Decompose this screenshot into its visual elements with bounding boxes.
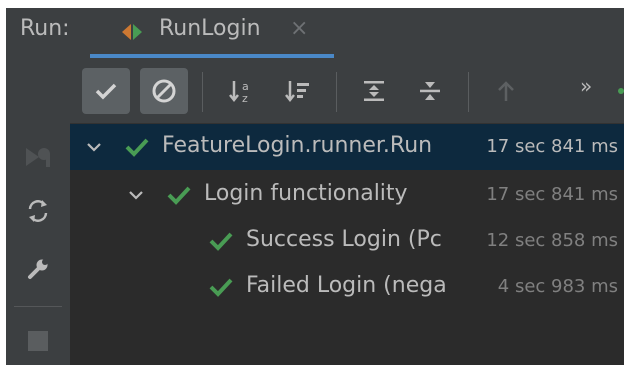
check-icon xyxy=(209,232,233,251)
run-indicator-icon xyxy=(618,88,624,94)
toggle-auto-test-button[interactable] xyxy=(12,186,64,236)
show-ignored-icon xyxy=(152,79,176,103)
test-duration: 17 sec 841 ms xyxy=(486,184,618,205)
sort-by-duration-button[interactable] xyxy=(274,68,322,114)
tree-row-failed-login[interactable]: Failed Login (nega 4 sec 983 ms xyxy=(70,264,624,310)
sort-alphabetically-button[interactable]: a z xyxy=(218,68,266,114)
test-results-tree: FeatureLogin.runner.Run 17 sec 841 ms Lo… xyxy=(70,124,624,365)
arrow-up-icon xyxy=(498,81,514,101)
check-icon xyxy=(167,186,191,205)
sort-alphabetically-icon: a z xyxy=(229,80,249,104)
test-name: Failed Login (nega xyxy=(246,273,447,298)
check-icon xyxy=(209,278,233,297)
settings-button[interactable] xyxy=(12,244,64,294)
more-actions-chevron-icon[interactable]: » xyxy=(580,74,592,98)
collapse-all-icon xyxy=(420,82,440,100)
tool-window-title: Run: xyxy=(20,16,70,41)
collapse-all-button[interactable] xyxy=(406,68,454,114)
show-passed-toggle[interactable] xyxy=(82,68,130,114)
toolbar-separator xyxy=(336,72,337,112)
expand-all-button[interactable] xyxy=(350,68,398,114)
wrench-icon xyxy=(28,259,48,279)
tree-row-success-login[interactable]: Success Login (Pc 12 sec 858 ms xyxy=(70,218,624,264)
test-name: Success Login (Pc xyxy=(246,227,442,252)
test-name: FeatureLogin.runner.Run xyxy=(162,133,433,158)
toolbar-separator xyxy=(202,72,203,112)
stop-icon xyxy=(28,331,48,351)
chevron-down-icon[interactable] xyxy=(126,185,146,205)
test-duration: 17 sec 841 ms xyxy=(486,136,618,157)
test-name: Login functionality xyxy=(204,181,408,206)
test-duration: 12 sec 858 ms xyxy=(486,230,618,251)
show-passed-icon xyxy=(95,83,117,100)
test-toolbar: a z » xyxy=(6,58,624,124)
toolbar-separator xyxy=(468,72,469,112)
stop-button[interactable] xyxy=(12,316,64,365)
run-config-icon xyxy=(122,24,142,40)
close-icon[interactable]: × xyxy=(290,16,308,41)
run-tool-window-header: Run: RunLogin × xyxy=(6,8,624,58)
check-icon xyxy=(125,138,149,157)
test-duration: 4 sec 983 ms xyxy=(497,276,618,297)
svg-text:z: z xyxy=(242,92,248,104)
tree-row-login-functionality[interactable]: Login functionality 17 sec 841 ms xyxy=(70,172,624,218)
expand-all-icon xyxy=(364,81,384,101)
rerun-failed-icon xyxy=(26,148,50,167)
chevron-down-icon[interactable] xyxy=(84,137,104,157)
show-ignored-toggle[interactable] xyxy=(140,68,188,114)
side-separator xyxy=(14,306,62,307)
previous-failed-test-button[interactable] xyxy=(482,68,530,114)
tree-row-featurelogin-runner[interactable]: FeatureLogin.runner.Run 17 sec 841 ms xyxy=(70,124,624,170)
toggle-auto-test-icon xyxy=(28,200,48,222)
rerun-failed-button[interactable] xyxy=(12,132,64,182)
run-tool-window: Run: RunLogin × a z » FeatureLogin.runne… xyxy=(6,8,624,365)
tab-runlogin[interactable]: RunLogin × xyxy=(90,8,334,58)
sort-by-duration-icon xyxy=(285,81,309,103)
tab-label: RunLogin xyxy=(159,16,261,41)
